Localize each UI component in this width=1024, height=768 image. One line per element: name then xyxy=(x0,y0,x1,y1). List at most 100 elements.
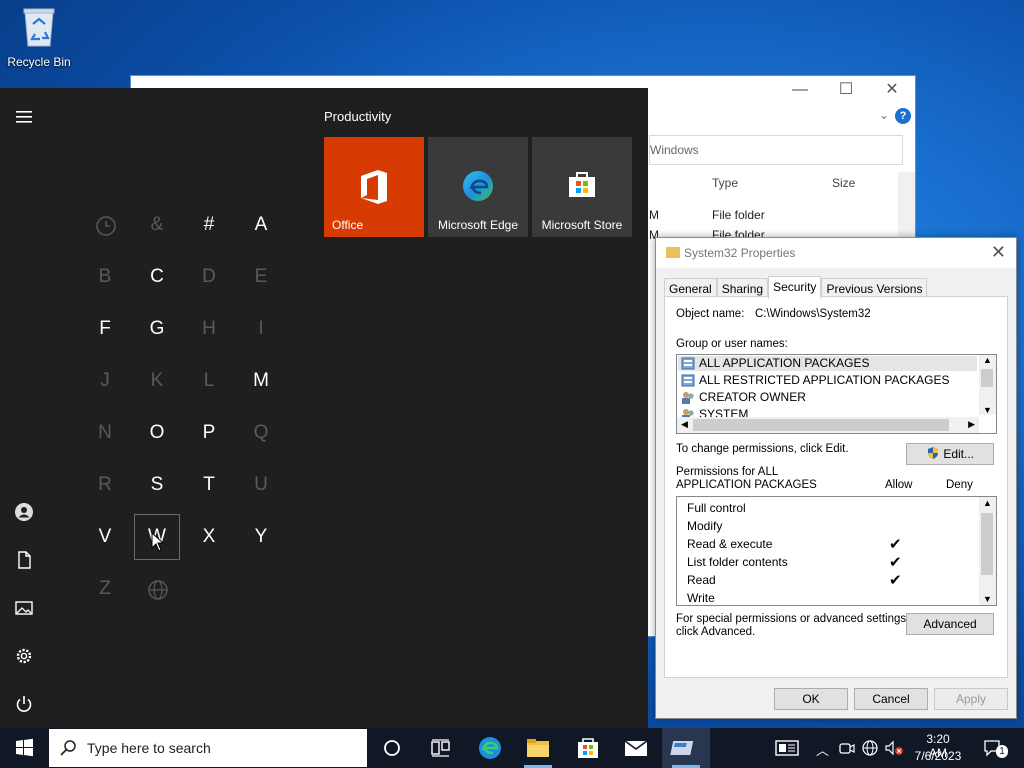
user-account-icon[interactable] xyxy=(14,502,34,522)
jump-letter-t[interactable]: T xyxy=(186,462,232,508)
scroll-down-icon[interactable]: ▼ xyxy=(983,405,992,415)
tile-office[interactable]: Office xyxy=(324,137,424,237)
taskbar-search-box[interactable]: Type here to search xyxy=(49,729,367,767)
recent-clock-icon xyxy=(96,216,116,236)
edge-logo-icon xyxy=(463,171,493,201)
jump-letter-r: R xyxy=(98,474,112,495)
scroll-up-icon[interactable]: ▲ xyxy=(983,498,992,508)
jump-letter-f[interactable]: F xyxy=(82,306,128,352)
documents-icon[interactable] xyxy=(14,550,34,570)
edge-taskbar-icon[interactable] xyxy=(466,728,514,768)
jump-letter-d: D xyxy=(202,266,216,287)
apply-button[interactable]: Apply xyxy=(934,688,1008,710)
jump-letter-n: N xyxy=(98,422,112,443)
jump-letter-i: I xyxy=(258,318,264,339)
vertical-scrollbar[interactable]: ▲ ▼ xyxy=(979,355,996,415)
help-icon[interactable]: ? xyxy=(895,108,911,124)
group-names-listbox[interactable]: ALL APPLICATION PACKAGES ALL RESTRICTED … xyxy=(676,354,997,434)
notification-count-badge: 1 xyxy=(996,745,1008,758)
explorer-window-controls: — ☐ ✕ xyxy=(777,76,915,104)
maximize-button[interactable]: ☐ xyxy=(823,76,869,104)
power-icon[interactable] xyxy=(14,694,34,714)
network-globe-icon[interactable] xyxy=(861,739,879,757)
close-button[interactable]: ✕ xyxy=(869,76,915,104)
jump-letter-k: K xyxy=(150,370,164,391)
jump-letter-a[interactable]: A xyxy=(238,202,284,248)
list-item[interactable]: ALL RESTRICTED APPLICATION PACKAGES xyxy=(699,373,950,387)
deny-column-header: Deny xyxy=(946,479,973,491)
column-header-size[interactable]: Size xyxy=(832,176,855,190)
tile-microsoft-store[interactable]: Microsoft Store xyxy=(532,137,632,237)
jump-letter-v[interactable]: V xyxy=(82,514,128,560)
scroll-right-icon[interactable]: ▶ xyxy=(968,419,975,430)
jump-letter-m[interactable]: M xyxy=(238,358,284,404)
column-header-type[interactable]: Type xyxy=(712,176,738,190)
task-view-icon[interactable] xyxy=(416,728,464,768)
jump-letter-z: Z xyxy=(99,578,111,599)
scroll-thumb[interactable] xyxy=(981,369,993,387)
volume-muted-icon[interactable] xyxy=(884,739,904,757)
table-row-modified: M xyxy=(649,208,659,222)
jump-letter-e: E xyxy=(254,266,268,287)
jump-letter-b: B xyxy=(98,266,112,287)
permission-name: Write xyxy=(687,591,715,605)
settings-gear-icon[interactable] xyxy=(14,646,34,666)
meet-now-icon[interactable] xyxy=(838,740,856,756)
permission-name: Modify xyxy=(687,519,723,533)
jump-letter-o[interactable]: O xyxy=(134,410,180,456)
system32-properties-dialog: System32 Properties ✕ General Sharing Se… xyxy=(655,237,1017,719)
cortana-icon[interactable] xyxy=(368,728,416,768)
scroll-thumb[interactable] xyxy=(981,513,993,575)
jump-letter-x[interactable]: X xyxy=(186,514,232,560)
list-item[interactable]: CREATOR OWNER xyxy=(699,390,806,404)
pictures-icon[interactable] xyxy=(14,598,34,618)
advanced-button[interactable]: Advanced xyxy=(906,613,994,635)
file-explorer-taskbar-icon[interactable] xyxy=(514,728,562,768)
security-panel: Object name: C:\Windows\System32 Group o… xyxy=(664,296,1008,678)
scroll-left-icon[interactable]: ◀ xyxy=(681,419,688,430)
special-permissions-text-line1: For special permissions or advanced sett… xyxy=(676,613,910,625)
scroll-up-icon[interactable]: ▲ xyxy=(983,355,992,365)
horizontal-scrollbar[interactable]: ◀ ▶ xyxy=(677,417,979,433)
tile-label: Microsoft Store xyxy=(541,218,623,232)
tab-security[interactable]: Security xyxy=(768,276,822,299)
close-button[interactable]: ✕ xyxy=(991,242,1006,263)
store-taskbar-icon[interactable] xyxy=(564,728,612,768)
permissions-for-label-line2: APPLICATION PACKAGES xyxy=(676,479,817,491)
show-hidden-icons-chevron-icon[interactable]: ︿ xyxy=(816,740,829,759)
scroll-thumb[interactable] xyxy=(693,419,949,431)
permission-name: Read xyxy=(687,573,716,587)
windows-start-icon[interactable] xyxy=(0,728,48,768)
group-packages-icon xyxy=(681,357,695,370)
object-name-label: Object name: xyxy=(676,308,745,320)
news-widget-icon[interactable] xyxy=(774,739,800,757)
system-properties-taskbar-icon[interactable] xyxy=(662,728,710,768)
edit-button[interactable]: Edit... xyxy=(906,443,994,465)
jump-letter-g[interactable]: G xyxy=(134,306,180,352)
clock-date[interactable]: 7/6/2023 xyxy=(912,749,964,763)
list-item[interactable]: ALL APPLICATION PACKAGES xyxy=(699,356,870,370)
address-bar[interactable]: Windows xyxy=(649,135,903,165)
jump-letter-c[interactable]: C xyxy=(134,254,180,300)
cancel-button[interactable]: Cancel xyxy=(854,688,928,710)
hamburger-menu-icon[interactable] xyxy=(14,107,34,127)
vertical-scrollbar[interactable]: ▲ ▼ xyxy=(979,497,996,605)
jump-letter-u: U xyxy=(254,474,268,495)
permissions-listbox[interactable]: Full control Modify Read & execute ✔ List fo… xyxy=(676,496,997,606)
ok-button[interactable]: OK xyxy=(774,688,848,710)
jump-letter-hash[interactable]: # xyxy=(186,202,232,248)
expand-ribbon-chevron-icon[interactable]: ⌄ xyxy=(879,108,889,122)
tile-microsoft-edge[interactable]: Microsoft Edge xyxy=(428,137,528,237)
jump-letter-s[interactable]: S xyxy=(134,462,180,508)
recycle-bin-desktop-icon[interactable]: Recycle Bin xyxy=(4,6,74,69)
scroll-down-icon[interactable]: ▼ xyxy=(983,594,992,604)
table-row-type[interactable]: File folder xyxy=(712,208,765,222)
start-rail xyxy=(0,88,48,728)
uac-shield-icon xyxy=(927,447,938,459)
minimize-button[interactable]: — xyxy=(777,76,823,104)
jump-letter-j: J xyxy=(100,370,110,391)
notification-center-button[interactable]: 1 xyxy=(980,736,1008,760)
mail-taskbar-icon[interactable] xyxy=(612,728,660,768)
jump-letter-p[interactable]: P xyxy=(186,410,232,456)
jump-letter-y[interactable]: Y xyxy=(238,514,284,560)
